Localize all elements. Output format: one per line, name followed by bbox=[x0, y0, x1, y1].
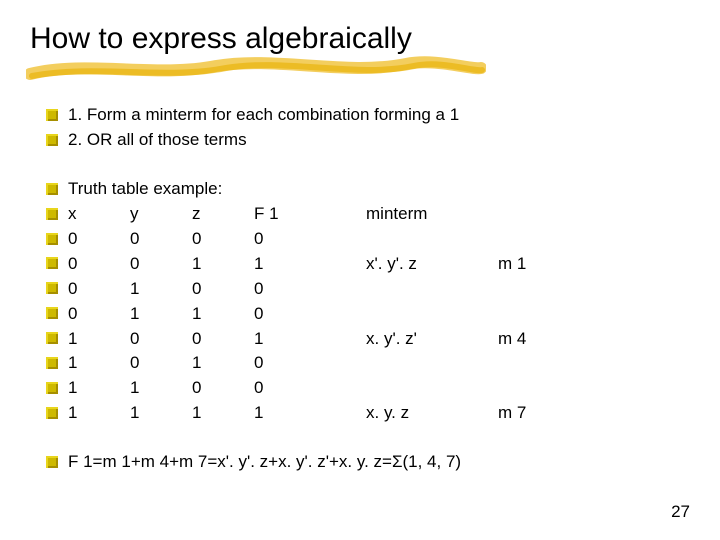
cell-y: 1 bbox=[130, 278, 192, 301]
cell-mt: x'. y'. z bbox=[366, 253, 498, 276]
cell-mi bbox=[498, 352, 568, 375]
cell-f1: 0 bbox=[254, 278, 366, 301]
cell-mi: m 4 bbox=[498, 328, 568, 351]
title-underline-decoration bbox=[26, 56, 690, 84]
cell-x: 0 bbox=[68, 303, 130, 326]
cell-x: 0 bbox=[68, 228, 130, 251]
table-row: 1 1 0 0 bbox=[44, 377, 690, 400]
cell-x: 0 bbox=[68, 253, 130, 276]
cell-z: 0 bbox=[192, 228, 254, 251]
cell-z: 1 bbox=[192, 253, 254, 276]
cell-z: 1 bbox=[192, 402, 254, 425]
slide-body: 1. Form a minterm for each combination f… bbox=[30, 104, 690, 474]
col-f1: F 1 bbox=[254, 203, 366, 226]
cell-y: 1 bbox=[130, 402, 192, 425]
cell-mi: m 1 bbox=[498, 253, 568, 276]
col-z: z bbox=[192, 203, 254, 226]
table-row: 0 1 0 0 bbox=[44, 278, 690, 301]
cell-y: 0 bbox=[130, 228, 192, 251]
cell-y: 1 bbox=[130, 377, 192, 400]
result-line: F 1=m 1+m 4+m 7=x'. y'. z+x. y'. z'+x. y… bbox=[44, 451, 690, 474]
cell-z: 1 bbox=[192, 303, 254, 326]
cell-mt bbox=[366, 377, 498, 400]
cell-mi: m 7 bbox=[498, 402, 568, 425]
cell-x: 0 bbox=[68, 278, 130, 301]
col-y: y bbox=[130, 203, 192, 226]
table-row: 0 0 0 0 bbox=[44, 228, 690, 251]
cell-mt bbox=[366, 228, 498, 251]
cell-f1: 0 bbox=[254, 228, 366, 251]
cell-mt bbox=[366, 303, 498, 326]
col-mi bbox=[498, 203, 568, 226]
result-list: F 1=m 1+m 4+m 7=x'. y'. z+x. y'. z'+x. y… bbox=[44, 451, 690, 474]
cell-z: 0 bbox=[192, 377, 254, 400]
table-row: 0 1 1 0 bbox=[44, 303, 690, 326]
cell-z: 0 bbox=[192, 278, 254, 301]
cell-mi bbox=[498, 278, 568, 301]
cell-y: 0 bbox=[130, 328, 192, 351]
cell-y: 1 bbox=[130, 303, 192, 326]
truth-table-list: Truth table example: x y z F 1 minterm 0… bbox=[44, 178, 690, 425]
cell-mt bbox=[366, 352, 498, 375]
intro-list: 1. Form a minterm for each combination f… bbox=[44, 104, 690, 152]
cell-f1: 0 bbox=[254, 377, 366, 400]
cell-mt: x. y'. z' bbox=[366, 328, 498, 351]
cell-mi bbox=[498, 377, 568, 400]
cell-x: 1 bbox=[68, 402, 130, 425]
cell-y: 0 bbox=[130, 253, 192, 276]
cell-x: 1 bbox=[68, 377, 130, 400]
cell-mt: x. y. z bbox=[366, 402, 498, 425]
intro-item-1: 1. Form a minterm for each combination f… bbox=[44, 104, 690, 127]
truth-table-col-headers: x y z F 1 minterm bbox=[44, 203, 690, 226]
slide-root: How to express algebraically 1. Form a m… bbox=[0, 0, 720, 540]
cell-f1: 0 bbox=[254, 303, 366, 326]
intro-item-2: 2. OR all of those terms bbox=[44, 129, 690, 152]
table-row: 0 0 1 1 x'. y'. z m 1 bbox=[44, 253, 690, 276]
truth-table-header: Truth table example: bbox=[44, 178, 690, 201]
col-x: x bbox=[68, 203, 130, 226]
cell-f1: 0 bbox=[254, 352, 366, 375]
table-row: 1 0 1 0 bbox=[44, 352, 690, 375]
slide-title: How to express algebraically bbox=[30, 22, 690, 56]
cell-x: 1 bbox=[68, 328, 130, 351]
page-number: 27 bbox=[671, 502, 690, 522]
cell-y: 0 bbox=[130, 352, 192, 375]
cell-z: 1 bbox=[192, 352, 254, 375]
cell-mt bbox=[366, 278, 498, 301]
col-minterm: minterm bbox=[366, 203, 498, 226]
table-row: 1 1 1 1 x. y. z m 7 bbox=[44, 402, 690, 425]
cell-mi bbox=[498, 303, 568, 326]
cell-f1: 1 bbox=[254, 328, 366, 351]
cell-x: 1 bbox=[68, 352, 130, 375]
cell-mi bbox=[498, 228, 568, 251]
cell-f1: 1 bbox=[254, 253, 366, 276]
cell-f1: 1 bbox=[254, 402, 366, 425]
table-row: 1 0 0 1 x. y'. z' m 4 bbox=[44, 328, 690, 351]
cell-z: 0 bbox=[192, 328, 254, 351]
